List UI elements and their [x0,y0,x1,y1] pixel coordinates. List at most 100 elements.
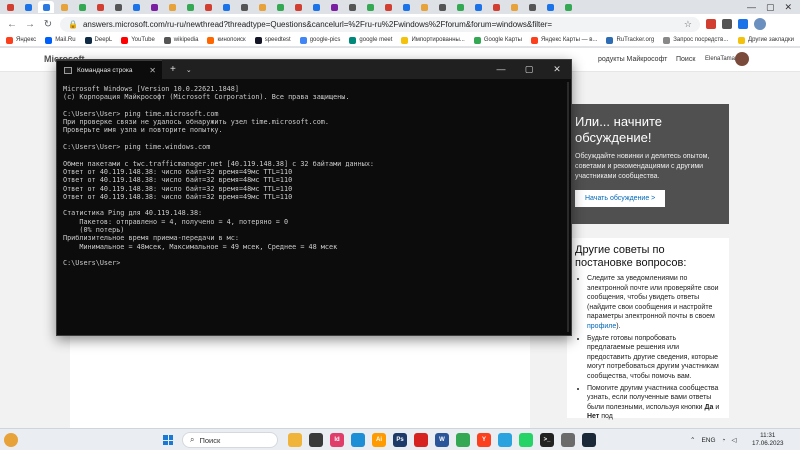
terminal-output[interactable]: Microsoft Windows [Version 10.0.22621.18… [57,79,571,274]
bookmark-item[interactable]: speedtest [254,36,291,44]
language-indicator[interactable]: ENG [701,437,715,444]
bookmark-item[interactable]: Mail.Ru [45,36,76,44]
start-discussion-button[interactable]: Начать обсуждение > [575,190,666,207]
browser-tab[interactable] [452,1,468,13]
browser-tab[interactable] [128,1,144,13]
chrome-icon[interactable] [456,433,470,447]
bookmark-item[interactable]: google meet [349,36,392,44]
bookmark-item[interactable]: google-pics [299,36,340,44]
bookmark-item[interactable]: Google Карты [473,36,522,44]
bookmark-item[interactable]: DeepL [84,36,112,44]
tab-close-icon[interactable]: ✕ [149,66,156,75]
browser-tab[interactable] [416,1,432,13]
word-icon[interactable]: W [435,433,449,447]
edge-icon[interactable] [351,433,365,447]
minimize-icon[interactable]: — [747,2,756,13]
tab-favicon-icon [276,3,284,11]
windows-start-icon[interactable] [163,435,173,445]
browser-tab[interactable] [38,1,54,13]
browser-tab[interactable] [218,1,234,13]
bookmark-item[interactable]: Импортированны... [401,36,465,44]
browser-tab[interactable] [506,1,522,13]
browser-tab[interactable] [344,1,360,13]
back-icon[interactable]: ← [6,19,18,30]
bookmark-other[interactable]: Другие закладки [738,36,800,44]
browser-tab[interactable] [434,1,450,13]
maximize-icon[interactable]: ▢ [515,64,543,75]
photoshop-icon[interactable]: Ps [393,433,407,447]
weather-icon[interactable] [4,433,18,447]
browser-tab[interactable] [362,1,378,13]
terminal-icon[interactable]: >_ [540,433,554,447]
browser-tab[interactable] [524,1,540,13]
taskbar-search[interactable]: ⌕ Поиск [182,432,278,448]
bookmark-item[interactable]: Яндекс Карты — в... [530,36,597,44]
browser-tab[interactable] [308,1,324,13]
bookmark-star-icon[interactable]: ☆ [684,19,692,30]
bookmark-item[interactable]: RuTracker.org [606,36,654,44]
browser-tab[interactable] [470,1,486,13]
browser-tab[interactable] [254,1,270,13]
minimize-icon[interactable]: — [487,64,515,75]
volume-icon[interactable]: ◁ [731,436,736,444]
terminal-scrollbar[interactable] [567,82,569,332]
yandex-icon[interactable]: Y [477,433,491,447]
reload-icon[interactable]: ↻ [42,19,54,30]
taskbar-clock[interactable]: 11:31 17.06.2023 [752,432,784,448]
new-tab-icon[interactable]: + [170,64,176,75]
browser-tab[interactable] [20,1,36,13]
browser-tab[interactable] [2,1,18,13]
bookmark-item[interactable]: кинопоиск [207,36,246,44]
browser-tab[interactable] [398,1,414,13]
browser-tab[interactable] [182,1,198,13]
bookmark-favicon-icon [299,36,307,44]
extension-icon[interactable] [706,19,716,29]
file-explorer-icon[interactable] [288,433,302,447]
site-search-link[interactable]: Поиск [676,56,695,63]
profile-link[interactable]: профиле [587,323,616,330]
browser-tab[interactable] [164,1,180,13]
browser-tab[interactable] [110,1,126,13]
browser-tab[interactable] [326,1,342,13]
indesign-icon[interactable]: Id [330,433,344,447]
browser-tab[interactable] [236,1,252,13]
profile-avatar[interactable] [754,18,766,30]
browser-tab[interactable] [74,1,90,13]
whatsapp-icon[interactable] [519,433,533,447]
bookmark-item[interactable]: wikipedia [163,36,198,44]
bookmark-item[interactable]: Запрос посредств... [663,36,728,44]
steam-icon[interactable] [582,433,596,447]
puzzle-icon[interactable] [738,19,748,29]
terminal-tab[interactable]: Командная строка ✕ [57,60,162,79]
browser-tab[interactable] [380,1,396,13]
close-icon[interactable]: ✕ [543,64,571,75]
extension-icon[interactable] [722,19,732,29]
maximize-icon[interactable]: ▢ [766,2,775,13]
illustrator-icon[interactable]: Ai [372,433,386,447]
terminal-titlebar[interactable]: Командная строка ✕ + ⌄ — ▢ ✕ [57,60,571,79]
browser-tab[interactable] [92,1,108,13]
browser-tab[interactable] [290,1,306,13]
browser-tab[interactable] [272,1,288,13]
forward-icon[interactable]: → [24,19,36,30]
bookmark-item[interactable]: YouTube [121,36,155,44]
browser-tab[interactable] [560,1,576,13]
chevron-up-icon[interactable]: ⌃ [690,436,695,444]
browser-tab[interactable] [146,1,162,13]
close-icon[interactable]: ✕ [784,2,792,13]
browser-tab[interactable] [542,1,558,13]
settings-icon[interactable] [561,433,575,447]
chevron-down-icon[interactable]: ⌄ [186,66,192,74]
wifi-icon[interactable]: ◔ [722,437,726,444]
acrobat-icon[interactable] [414,433,428,447]
url-input[interactable]: 🔒 answers.microsoft.com/ru-ru/newthread?… [60,16,700,32]
browser-tab[interactable] [200,1,216,13]
camera-icon[interactable] [309,433,323,447]
bookmark-item[interactable]: Яндекс [6,36,36,44]
telegram-icon[interactable] [498,433,512,447]
user-avatar[interactable] [735,52,749,66]
nav-products[interactable]: родукты Майкрософт [598,56,667,63]
browser-tab[interactable] [488,1,504,13]
browser-tab[interactable] [56,1,72,13]
command-prompt-window[interactable]: Командная строка ✕ + ⌄ — ▢ ✕ Microsoft W… [56,59,572,336]
